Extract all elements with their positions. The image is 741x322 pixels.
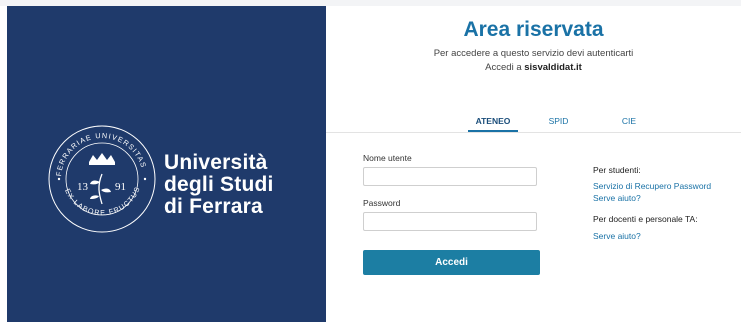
tab-cie[interactable]: CIE (614, 114, 644, 132)
password-input[interactable] (363, 212, 537, 231)
username-label: Nome utente (363, 153, 412, 163)
password-label: Password (363, 198, 401, 208)
seal-left-year: 13 (77, 181, 89, 193)
university-name-line3: di Ferrara (164, 195, 263, 218)
login-button[interactable]: Accedi (363, 250, 540, 275)
tabs-divider (326, 132, 741, 133)
access-target: Accedi a sisvaldidat.it (326, 62, 741, 74)
students-help-link[interactable]: Serve aiuto? (593, 192, 641, 204)
university-name-line2: degli Studi (164, 173, 274, 196)
tab-spid[interactable]: SPID (541, 114, 576, 132)
university-seal-icon: FERRARIAE UNIVERSITAS EX LABORE FRUCTUS … (48, 125, 156, 233)
password-recovery-link[interactable]: Servizio di Recupero Password (593, 180, 711, 192)
access-prefix: Accedi a (485, 62, 522, 73)
access-site: sisvaldidat.it (524, 62, 582, 73)
seal-right-year: 91 (115, 181, 126, 193)
page-subtitle: Per accedere a questo servizio devi aute… (433, 48, 634, 59)
students-help-header: Per studenti: (593, 165, 641, 175)
staff-help-link[interactable]: Serve aiuto? (593, 230, 641, 242)
staff-help-header: Per docenti e personale TA: (593, 214, 698, 224)
university-name-line1: Università (164, 151, 268, 174)
username-input[interactable] (363, 167, 537, 186)
auth-tabs: ATENEO SPID CIE (326, 114, 741, 138)
branding-panel: FERRARIAE UNIVERSITAS EX LABORE FRUCTUS … (7, 6, 326, 322)
login-panel: Area riservata Per accedere a questo ser… (326, 6, 741, 322)
page-title: Area riservata (463, 18, 604, 41)
